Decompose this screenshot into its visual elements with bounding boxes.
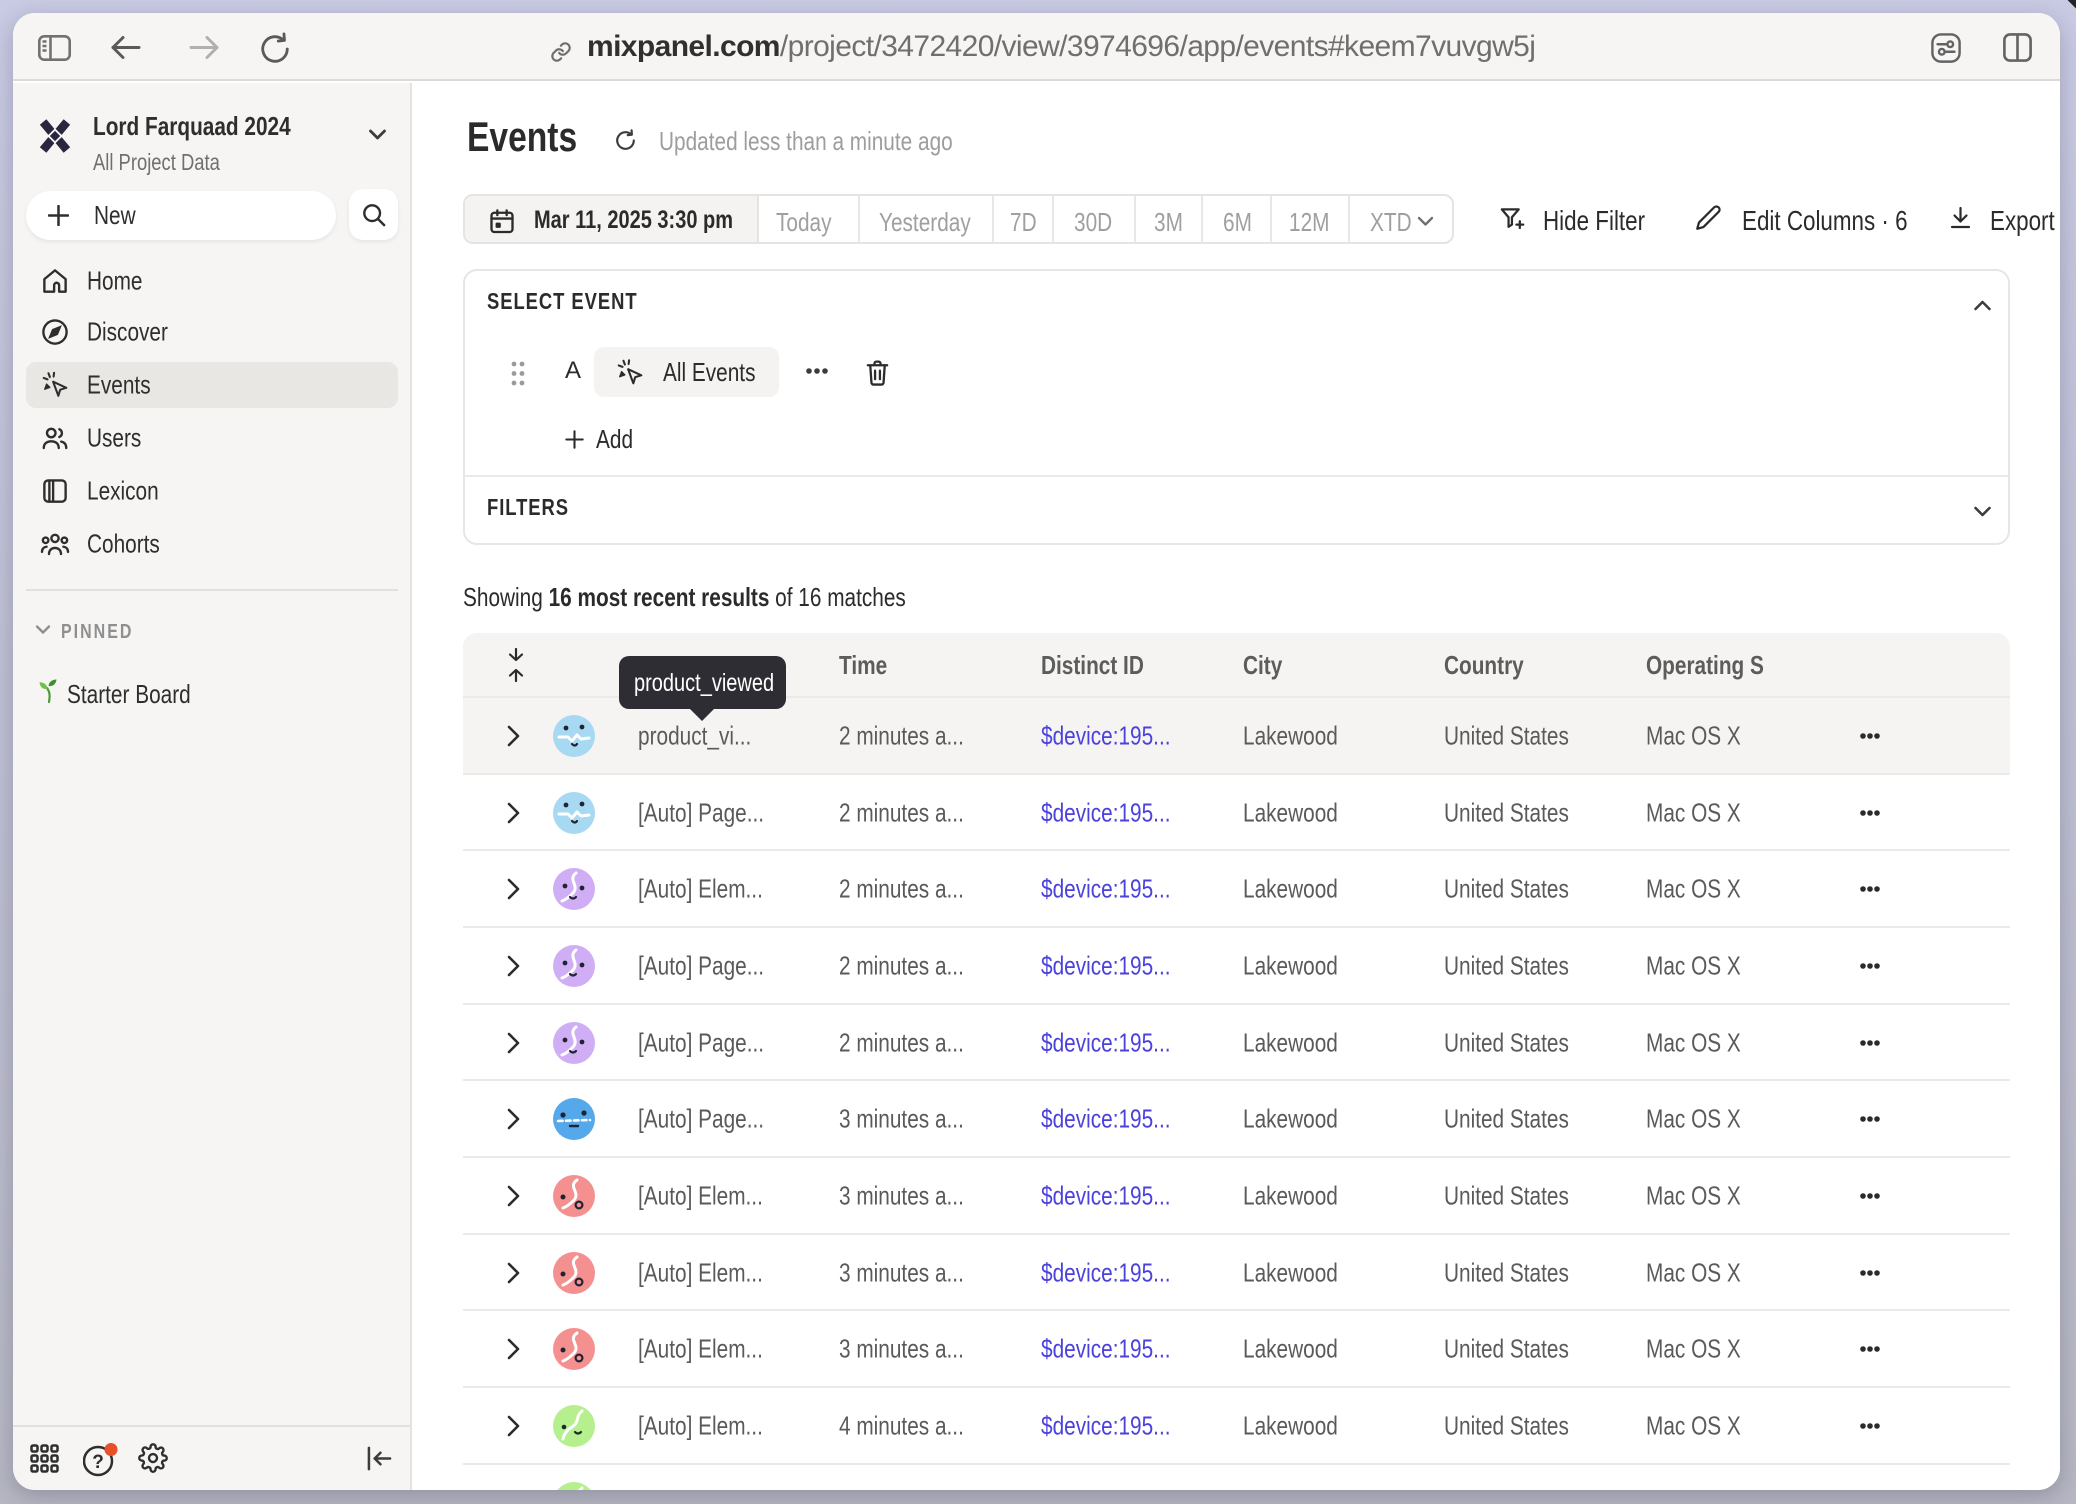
svg-text:?: ? [92, 1452, 104, 1473]
